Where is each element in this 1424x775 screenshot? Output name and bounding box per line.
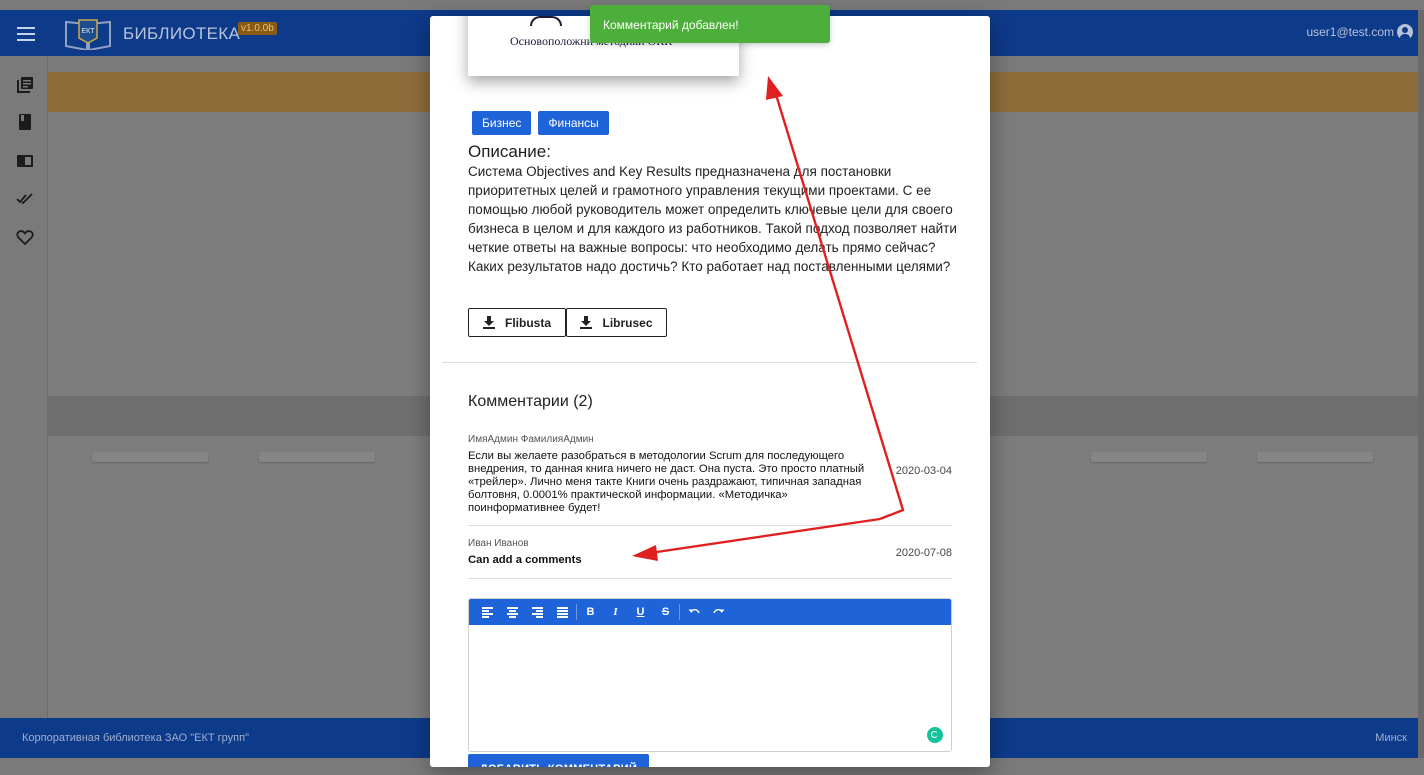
comment-author: Иван Иванов	[468, 538, 529, 549]
comments-title: Комментарии (2)	[468, 393, 593, 410]
library-books-icon[interactable]	[16, 76, 34, 94]
comment-date: 2020-03-04	[895, 465, 952, 477]
undo-icon[interactable]	[681, 602, 706, 622]
toolbar-separator	[576, 604, 577, 620]
editor-toolbar: B I U S	[469, 599, 951, 625]
comment-author: ИмяАдмин ФамилияАдмин	[468, 434, 594, 445]
download-librusec-button[interactable]: Librusec	[566, 308, 667, 337]
align-right-icon[interactable]	[525, 602, 550, 622]
footer-company: Корпоративная библиотека ЗАО "ЕКТ групп"	[22, 732, 249, 744]
download-label: Librusec	[602, 315, 653, 330]
align-center-icon[interactable]	[500, 602, 525, 622]
menu-icon[interactable]	[17, 27, 35, 41]
done-all-icon[interactable]	[16, 190, 34, 208]
underline-icon[interactable]: U	[628, 602, 653, 622]
tag-chip[interactable]: Бизнес	[472, 111, 532, 135]
redo-icon[interactable]	[706, 602, 731, 622]
description-title: Описание:	[468, 142, 551, 161]
grammarly-icon[interactable]	[927, 727, 943, 743]
toolbar-separator	[679, 604, 680, 620]
version-badge: v1.0.0b	[238, 22, 277, 35]
comment-date: 2020-07-08	[895, 547, 952, 559]
book-card[interactable]	[1257, 452, 1373, 462]
account-icon[interactable]	[1397, 24, 1413, 40]
comment-item: Иван Иванов Can add a comments 2020-07-0…	[468, 538, 952, 579]
description-text: Система Objectives and Key Results предн…	[468, 164, 957, 275]
comment-text: Если вы желаете разобраться в методологи…	[468, 450, 865, 514]
book-details-dialog: Основоположни методики ОКR Бизнес Финанс…	[430, 16, 990, 767]
scrollbar[interactable]	[1418, 10, 1424, 758]
book-icon[interactable]	[16, 113, 34, 131]
download-buttons: Flibusta Librusec	[468, 308, 667, 337]
download-flibusta-button[interactable]: Flibusta	[468, 308, 566, 337]
divider	[442, 362, 977, 363]
italic-icon[interactable]: I	[603, 602, 628, 622]
logo: ЕКТ	[65, 19, 111, 50]
book-card[interactable]	[1091, 452, 1207, 462]
book-card[interactable]	[92, 452, 208, 462]
footer-city: Минск	[1375, 732, 1407, 744]
add-comment-button[interactable]: ДОБАВИТЬ КОММЕНТАРИЙ	[468, 754, 649, 767]
heart-icon[interactable]	[16, 228, 34, 246]
tag-chip[interactable]: Финансы	[538, 111, 609, 135]
toast-notification: Комментарий добавлен!	[590, 5, 830, 43]
tag-list: Бизнес Финансы	[472, 111, 609, 135]
align-justify-icon[interactable]	[550, 602, 575, 622]
cover-mark	[530, 16, 562, 26]
align-left-icon[interactable]	[475, 602, 500, 622]
bold-icon[interactable]: B	[578, 602, 603, 622]
sidebar	[0, 56, 48, 718]
comment-text: Can add a comments	[468, 554, 582, 566]
comment-text-area[interactable]	[469, 625, 951, 751]
strikethrough-icon[interactable]: S	[653, 602, 678, 622]
download-label: Flibusta	[504, 315, 551, 330]
download-icon	[580, 316, 593, 329]
chrome-reader-icon[interactable]	[16, 152, 34, 170]
app-title: БИБЛИОТЕКА	[123, 24, 241, 43]
comment-item: ИмяАдмин ФамилияАдмин Если вы желаете ра…	[468, 434, 952, 526]
download-icon	[482, 316, 495, 329]
book-card[interactable]	[259, 452, 375, 462]
comment-editor: B I U S	[468, 598, 952, 752]
user-email[interactable]: user1@test.com	[1306, 25, 1394, 39]
svg-text:ЕКТ: ЕКТ	[81, 28, 95, 35]
